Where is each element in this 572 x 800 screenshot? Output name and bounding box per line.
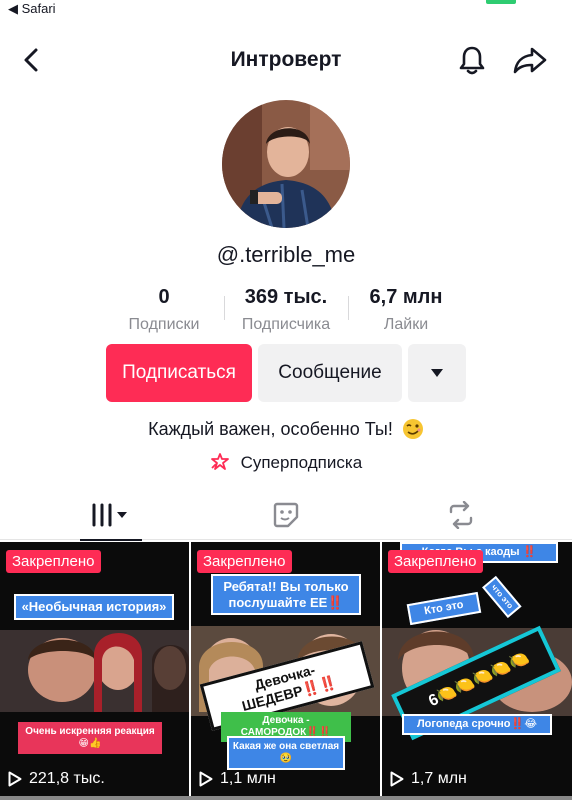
pinned-badge: Закреплено (6, 550, 101, 573)
repost-icon (446, 500, 476, 534)
view-count: 1,1 млн (199, 770, 276, 788)
likes-label: Лайки (383, 316, 429, 333)
profile-header: Интроверт (0, 36, 572, 84)
view-count-text: 221,8 тыс. (29, 770, 105, 787)
avatar[interactable] (222, 100, 350, 228)
tab-reposts[interactable] (406, 494, 516, 540)
liked-sticker-icon (272, 501, 300, 534)
message-button[interactable]: Сообщение (258, 344, 402, 402)
videos-grid-icon (91, 502, 131, 533)
status-bar: ◀ Safari (0, 0, 572, 18)
share-icon[interactable] (512, 44, 548, 76)
followers-stat[interactable]: 369 тыс. Подписчика (226, 286, 346, 334)
profile-bio: Каждый важен, особенно Ты! (0, 418, 572, 440)
followers-count: 369 тыс. (244, 286, 328, 308)
caret-down-icon (430, 362, 444, 384)
bio-text: Каждый важен, особенно Ты! (148, 419, 393, 439)
video-caption: Ребята!! Вы только послушайте ЕЕ‼️ (211, 574, 361, 616)
follow-button[interactable]: Подписаться (106, 344, 252, 402)
content-tabs (0, 494, 572, 541)
super-subscription-link[interactable]: Суперподписка (0, 452, 572, 473)
back-to-safari-link[interactable]: ◀ Safari (8, 1, 56, 17)
video-frame (0, 542, 189, 800)
bell-icon[interactable] (456, 44, 488, 76)
view-count: 1,7 млн (390, 770, 467, 788)
super-subscription-label: Суперподписка (240, 453, 363, 472)
more-options-button[interactable] (408, 344, 466, 402)
play-icon (8, 771, 22, 787)
view-count-text: 1,7 млн (411, 770, 467, 787)
video-caption: Очень искренняя реакция 😁👍 (18, 722, 162, 754)
winking-face-icon (402, 418, 424, 440)
likes-stat[interactable]: 6,7 млн Лайки (346, 286, 466, 334)
stat-divider (224, 296, 225, 320)
profile-stats: 0 Подписки 369 тыс. Подписчика 6,7 млн Л… (116, 286, 460, 336)
tab-liked[interactable] (231, 494, 341, 540)
video-thumbnail[interactable]: Закреплено Когда Вы с каоды ‼️ Кто это ч… (382, 542, 572, 800)
pinned-badge: Закреплено (197, 550, 292, 573)
video-caption: «Необычная история» (14, 594, 174, 620)
play-icon (199, 771, 213, 787)
video-thumbnail[interactable]: Закреплено Ребята!! Вы только послушайте… (191, 542, 380, 800)
following-stat[interactable]: 0 Подписки (104, 286, 224, 334)
video-thumbnail[interactable]: Закреплено «Необычная история» Очень иск… (0, 542, 189, 800)
view-count-text: 1,1 млн (220, 770, 276, 787)
followers-label: Подписчика (241, 316, 331, 333)
likes-count: 6,7 млн (369, 286, 443, 308)
super-subscription-icon (210, 453, 229, 470)
next-row-preview (0, 796, 572, 800)
username: @.terrible_me (216, 242, 356, 267)
video-grid: Закреплено «Необычная история» Очень иск… (0, 542, 572, 800)
following-label: Подписки (128, 316, 200, 333)
battery-indicator (486, 0, 516, 4)
pinned-badge: Закреплено (388, 550, 483, 573)
view-count: 221,8 тыс. (8, 770, 105, 788)
video-caption: Какая же она светлая 🥹 (227, 736, 345, 770)
tab-videos[interactable] (56, 494, 166, 541)
play-icon (390, 771, 404, 787)
following-count: 0 (158, 286, 170, 308)
